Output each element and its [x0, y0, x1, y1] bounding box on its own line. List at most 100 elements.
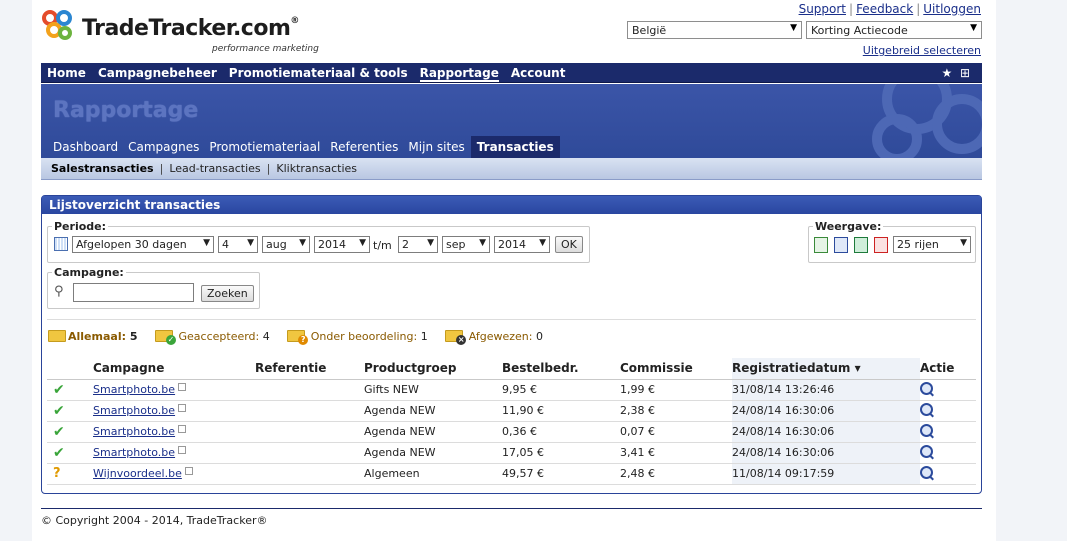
advanced-select-wrap: Uitgebreid selecteren: [863, 44, 981, 57]
row-campaign: Smartphoto.be: [93, 442, 255, 464]
tab-dashboard[interactable]: Dashboard: [49, 136, 122, 158]
sitemap-icon[interactable]: ⊞: [960, 66, 970, 80]
banner-deco: [932, 94, 982, 154]
row-actie: [920, 463, 976, 485]
campaign-link[interactable]: Smartphoto.be: [93, 404, 175, 417]
sort-desc-icon: ▾: [854, 361, 861, 376]
external-link-icon[interactable]: [178, 425, 187, 433]
col-productgroep[interactable]: Productgroep: [364, 358, 502, 380]
campaign-link[interactable]: Smartphoto.be: [93, 425, 175, 438]
nav-icons: ★ ⊞: [942, 66, 970, 80]
view-details-icon[interactable]: [920, 465, 933, 479]
ok-button[interactable]: OK: [555, 236, 583, 253]
folder-rejected-icon: ×: [445, 330, 467, 345]
campaign-link[interactable]: Wijnvoordeel.be: [93, 467, 182, 480]
accepted-check-icon: ✔: [53, 423, 65, 440]
top-links: Support | Feedback | Uitloggen: [798, 2, 981, 16]
pending-question-icon: ?: [53, 466, 61, 481]
view-details-icon[interactable]: [920, 402, 933, 416]
status-all[interactable]: Allemaal: 5: [48, 330, 138, 343]
row-status: ✔: [47, 400, 93, 422]
export-excel-icon[interactable]: [854, 237, 868, 253]
row-campaign: Smartphoto.be: [93, 379, 255, 401]
tab-referenties[interactable]: Referenties: [326, 136, 402, 158]
tab-campagnes[interactable]: Campagnes: [124, 136, 203, 158]
external-link-icon[interactable]: [178, 404, 187, 412]
campagne-legend: Campagne:: [54, 266, 124, 279]
col-commissie[interactable]: Commissie: [620, 358, 732, 380]
section-banner: Rapportage Dashboard Campagnes Promotiemat…: [41, 84, 982, 158]
transactions-panel: Lijstoverzicht transacties Periode: Afge…: [41, 195, 982, 494]
campaign-link[interactable]: Smartphoto.be: [93, 446, 175, 459]
country-select[interactable]: België ▼: [627, 21, 802, 39]
col-bestelbedr[interactable]: Bestelbedr.: [502, 358, 620, 380]
view-details-icon[interactable]: [920, 381, 933, 395]
from-day-select[interactable]: 4 ▼: [218, 236, 258, 253]
campaign-link[interactable]: Smartphoto.be: [93, 383, 175, 396]
feedback-link[interactable]: Feedback: [856, 2, 913, 16]
to-day-select[interactable]: 2 ▼: [398, 236, 438, 253]
subnav-salestransacties[interactable]: Salestransacties: [51, 162, 154, 175]
campaign-search-input[interactable]: [73, 283, 194, 302]
row-referentie: [255, 379, 364, 401]
row-commissie: 3,41 €: [620, 442, 732, 464]
status-filters: Allemaal: 5 ✓ Geaccepteerd: 4 ? Onder be…: [48, 330, 557, 345]
tab-mijn-sites[interactable]: Mijn sites: [404, 136, 468, 158]
coupon-select[interactable]: Korting Actiecode ▼: [806, 21, 982, 39]
row-bestelbedr: 11,90 €: [502, 400, 620, 422]
status-pending[interactable]: ? Onder beoordeling: 1: [287, 330, 428, 345]
row-campaign: Smartphoto.be: [93, 400, 255, 422]
col-registratiedatum[interactable]: Registratiedatum ▾: [732, 358, 920, 380]
footer-copyright: © Copyright 2004 - 2014, TradeTracker®: [41, 508, 982, 527]
row-status: ✔: [47, 379, 93, 401]
chevron-down-icon: ▼: [299, 238, 306, 248]
from-year-select[interactable]: 2014 ▼: [314, 236, 370, 253]
row-bestelbedr: 0,36 €: [502, 421, 620, 443]
row-registratiedatum: 11/08/14 09:17:59: [732, 463, 920, 485]
row-registratiedatum: 24/08/14 16:30:06: [732, 442, 920, 464]
row-commissie: 0,07 €: [620, 421, 732, 443]
view-details-icon[interactable]: [920, 423, 933, 437]
logout-link[interactable]: Uitloggen: [923, 2, 981, 16]
nav-promotiemateriaal[interactable]: Promotiemateriaal & tools: [223, 63, 414, 83]
export-pdf-icon[interactable]: [874, 237, 888, 253]
to-month-select[interactable]: sep ▼: [442, 236, 490, 253]
to-year-select[interactable]: 2014 ▼: [494, 236, 550, 253]
view-details-icon[interactable]: [920, 444, 933, 458]
nav-account[interactable]: Account: [505, 63, 572, 83]
logo-tagline: performance marketing: [212, 44, 319, 54]
status-rejected[interactable]: × Afgewezen: 0: [445, 330, 543, 345]
row-referentie: [255, 400, 364, 422]
external-link-icon[interactable]: [184, 467, 193, 475]
row-registratiedatum: 24/08/14 16:30:06: [732, 421, 920, 443]
search-button[interactable]: Zoeken: [201, 285, 254, 302]
tab-transacties[interactable]: Transacties: [470, 136, 560, 158]
subnav-lead-transacties[interactable]: Lead-transacties: [169, 162, 260, 175]
external-link-icon[interactable]: [178, 446, 187, 454]
tab-promotiemateriaal[interactable]: Promotiemateriaal: [205, 136, 324, 158]
external-link-icon[interactable]: [178, 383, 187, 391]
export-screen-icon[interactable]: [814, 237, 828, 253]
nav-home[interactable]: Home: [41, 63, 92, 83]
nav-campagnebeheer[interactable]: Campagnebeheer: [92, 63, 223, 83]
nav-rapportage[interactable]: Rapportage: [414, 63, 505, 83]
period-range-select[interactable]: Afgelopen 30 dagen ▼: [72, 236, 214, 253]
accepted-check-icon: ✔: [53, 381, 65, 398]
rows-select[interactable]: 25 rijen ▼: [893, 236, 971, 253]
status-accepted[interactable]: ✓ Geaccepteerd: 4: [155, 330, 270, 345]
export-ie-icon[interactable]: [834, 237, 848, 253]
support-link[interactable]: Support: [799, 2, 846, 16]
logo-brand: TradeTracker.com®: [82, 16, 299, 41]
from-month-select[interactable]: aug ▼: [262, 236, 310, 253]
subnav-kliktransacties[interactable]: Kliktransacties: [276, 162, 357, 175]
row-actie: [920, 400, 976, 422]
advanced-select-link[interactable]: Uitgebreid selecteren: [863, 44, 981, 57]
calendar-icon[interactable]: [54, 237, 68, 251]
row-bestelbedr: 9,95 €: [502, 379, 620, 401]
panel-title: Lijstoverzicht transacties: [42, 196, 981, 214]
col-referentie[interactable]: Referentie: [255, 358, 364, 380]
logo[interactable]: TradeTracker.com® performance marketing: [40, 8, 330, 56]
col-campagne[interactable]: Campagne: [93, 358, 255, 380]
star-icon[interactable]: ★: [942, 66, 953, 80]
row-registratiedatum: 31/08/14 13:26:46: [732, 379, 920, 401]
